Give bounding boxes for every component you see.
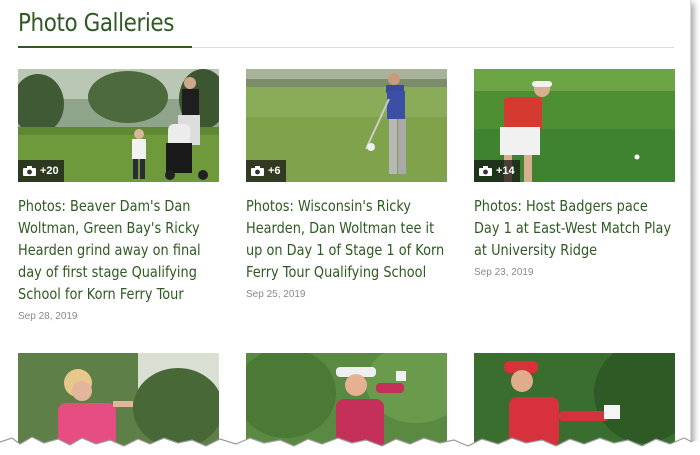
gallery-card: +20 Photos: Beaver Dam's Dan Woltman, Gr… [18, 69, 219, 322]
photo-count-badge: +6 [246, 160, 286, 182]
gallery-thumbnail[interactable]: +20 [18, 69, 219, 182]
photo-galleries-panel: Photo Galleries +20 Photos: Beaver Dam's… [0, 0, 691, 445]
photo-count-badge: +20 [18, 160, 64, 182]
photo-count: +20 [40, 165, 59, 177]
gallery-date: Sep 25, 2019 [246, 289, 306, 300]
heading-underline [18, 46, 192, 48]
torn-edge [0, 436, 700, 455]
gallery-title-link[interactable]: Photos: Beaver Dam's Dan Woltman, Green … [18, 195, 218, 305]
gallery-title-link[interactable]: Photos: Host Badgers pace Day 1 at East-… [474, 195, 674, 261]
gallery-thumbnail[interactable]: +14 [474, 69, 675, 182]
photo-count: +14 [496, 165, 515, 177]
camera-icon [479, 166, 492, 176]
gallery-date: Sep 23, 2019 [474, 267, 534, 278]
camera-icon [251, 166, 264, 176]
section-heading: Photo Galleries [18, 8, 174, 37]
photo-count-badge: +14 [474, 160, 520, 182]
camera-icon [23, 166, 36, 176]
gallery-thumbnail[interactable]: +6 [246, 69, 447, 182]
gallery-date: Sep 28, 2019 [18, 311, 78, 322]
gallery-card: +6 Photos: Wisconsin's Ricky Hearden, Da… [246, 69, 447, 300]
photo-count: +6 [268, 165, 281, 177]
gallery-card: +14 Photos: Host Badgers pace Day 1 at E… [474, 69, 675, 278]
gallery-title-link[interactable]: Photos: Wisconsin's Ricky Hearden, Dan W… [246, 195, 446, 283]
heading-divider [192, 47, 674, 48]
